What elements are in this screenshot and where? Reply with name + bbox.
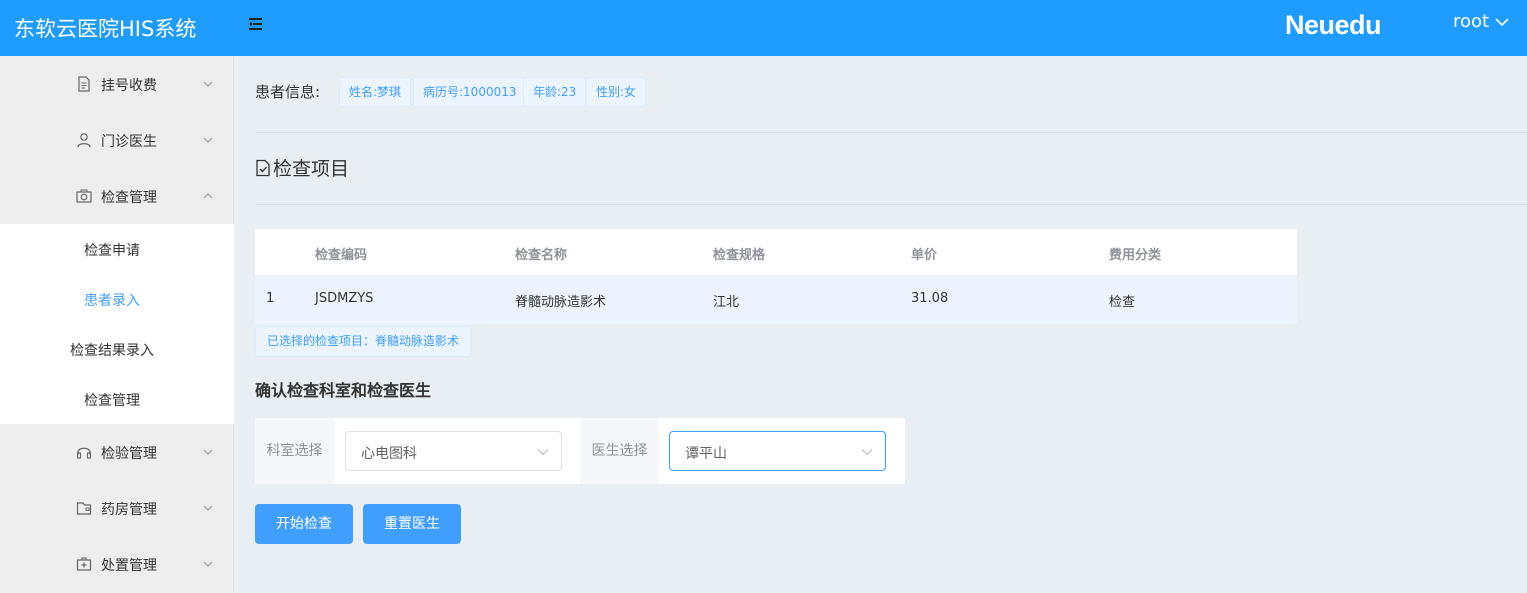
document-check-icon	[256, 159, 270, 176]
sidebar-item-label: 检查管理	[101, 190, 157, 206]
selected-item-tag: 已选择的检查项目：脊髓动脉造影术	[255, 326, 472, 357]
submenu-label: 检查结果录入	[70, 343, 154, 359]
column-header: 检查名称	[515, 248, 568, 263]
patient-name-tag: 姓名:梦琪	[339, 77, 412, 107]
sidebar-item-outpatient-doctor[interactable]: 门诊医生	[0, 112, 234, 168]
table-header: 检查编码 检查名称 检查规格 单价 费用分类	[255, 229, 1297, 276]
sidebar-item-label: 挂号收费	[101, 78, 157, 94]
sidebar-item-label: 门诊医生	[101, 134, 157, 150]
column-header: 单价	[911, 248, 938, 263]
section-title: 检查项目	[255, 154, 349, 181]
confirm-title: 确认检查科室和检查医生	[255, 381, 432, 400]
section-title-text: 检查项目	[273, 158, 350, 180]
chevron-down-icon	[203, 449, 213, 455]
document-icon	[78, 76, 90, 92]
column-header: 检查编码	[315, 248, 368, 263]
start-exam-button[interactable]: 开始检查	[255, 504, 353, 544]
brand-logo: Neuedu	[1285, 10, 1382, 40]
top-header: 东软云医院HIS系统 Neuedu root	[0, 0, 1527, 56]
sidebar: 挂号收费 门诊医生 检查管理 检查申请 患者录入 检查结果录入 检查管理 检验管…	[0, 56, 234, 593]
submenu-label: 检查管理	[84, 393, 140, 409]
submenu-item-exam-admin[interactable]: 检查管理	[0, 374, 234, 424]
chevron-down-icon	[203, 81, 213, 87]
submenu-item-patient-entry[interactable]: 患者录入	[0, 274, 234, 324]
main-content: 患者信息: 姓名:梦琪 病历号:1000013 年龄:23 性别:女 检查项目 …	[234, 56, 1527, 593]
column-header: 检查规格	[713, 248, 766, 263]
chevron-down-icon	[1495, 18, 1509, 27]
reset-doctor-button[interactable]: 重置医生	[363, 504, 461, 544]
doctor-select-value: 谭平山	[685, 446, 727, 462]
chevron-down-icon	[861, 449, 873, 456]
row-index: 1	[266, 291, 275, 306]
doctor-select[interactable]: 谭平山	[669, 431, 886, 471]
user-icon	[77, 133, 91, 148]
sidebar-item-exam-management[interactable]: 检查管理	[0, 168, 234, 224]
chevron-up-icon	[203, 193, 213, 199]
submenu-label: 患者录入	[84, 293, 140, 309]
sidebar-item-label: 处置管理	[101, 558, 157, 574]
sidebar-item-lab-management[interactable]: 检验管理	[0, 424, 234, 480]
doctor-label: 医生选择	[580, 418, 659, 484]
table-row[interactable]: 1 JSDMZYS 脊髓动脉造影术 江北 31.08 检查	[255, 276, 1297, 324]
chevron-down-icon	[203, 505, 213, 511]
assignment-form: 科室选择 心电图科 医生选择 谭平山	[255, 418, 907, 484]
submenu-exam: 检查申请 患者录入 检查结果录入 检查管理	[0, 224, 234, 424]
first-aid-icon	[76, 557, 92, 571]
cell-price: 31.08	[911, 291, 949, 306]
dept-select[interactable]: 心电图科	[345, 431, 562, 471]
dept-select-value: 心电图科	[361, 446, 417, 462]
patient-record-tag: 病历号:1000013	[413, 77, 527, 107]
cell-category: 检查	[1109, 295, 1136, 310]
user-menu[interactable]: root	[1453, 11, 1509, 32]
app-title: 东软云医院HIS系统	[14, 17, 197, 41]
cell-code: JSDMZYS	[315, 291, 374, 306]
patient-gender-tag: 性别:女	[586, 77, 647, 107]
patient-age-tag: 年龄:23	[523, 77, 587, 107]
submenu-item-exam-request[interactable]: 检查申请	[0, 224, 234, 274]
sidebar-item-registration[interactable]: 挂号收费	[0, 56, 234, 112]
column-header: 费用分类	[1109, 248, 1162, 263]
chevron-down-icon	[203, 561, 213, 567]
sidebar-item-pharmacy[interactable]: 药房管理	[0, 480, 234, 536]
chevron-down-icon	[537, 449, 549, 456]
cell-name: 脊髓动脉造影术	[515, 295, 607, 310]
headset-icon	[76, 447, 92, 459]
camera-icon	[76, 189, 92, 203]
cell-spec: 江北	[713, 295, 740, 310]
sidebar-item-label: 药房管理	[101, 502, 157, 518]
patient-info-label: 患者信息:	[255, 83, 321, 101]
divider	[255, 204, 1527, 205]
dept-label: 科室选择	[255, 418, 334, 484]
username: root	[1453, 11, 1490, 32]
divider	[255, 132, 1527, 133]
chevron-down-icon	[203, 137, 213, 143]
exam-items-table: 检查编码 检查名称 检查规格 单价 费用分类 1 JSDMZYS 脊髓动脉造影术…	[255, 229, 1297, 324]
sidebar-item-label: 检验管理	[101, 446, 157, 462]
submenu-item-result-entry[interactable]: 检查结果录入	[0, 324, 234, 374]
sidebar-item-treatment[interactable]: 处置管理	[0, 536, 234, 592]
submenu-label: 检查申请	[84, 243, 140, 259]
menu-collapse-icon[interactable]	[246, 15, 264, 33]
wallet-icon	[76, 502, 92, 515]
